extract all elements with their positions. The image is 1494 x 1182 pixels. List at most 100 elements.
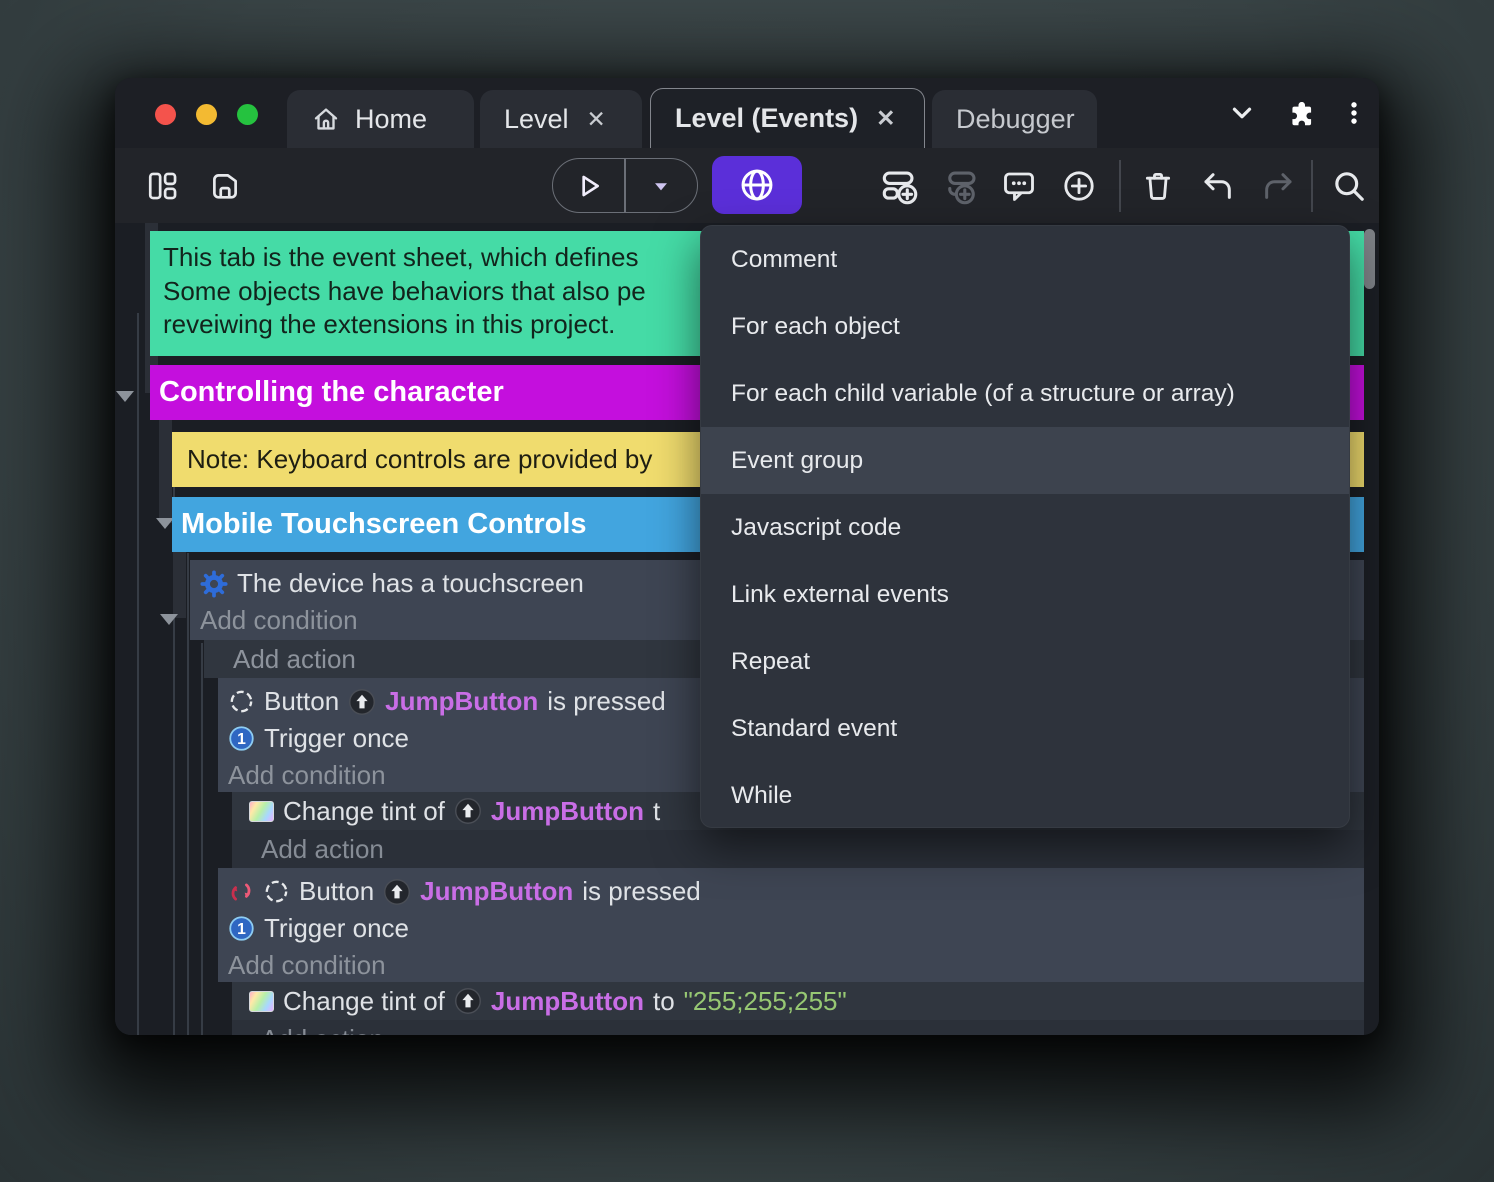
- menu-item-label: For each child variable (of a structure …: [731, 379, 1235, 407]
- menu-item-label: Comment: [731, 245, 838, 273]
- add-condition-link[interactable]: Add condition: [228, 947, 1354, 983]
- add-action-label: Add action: [261, 1024, 384, 1036]
- app-window: Home Level ✕ Level (Events) ✕ Debugger T…: [115, 78, 1379, 1035]
- jump-arrow-icon: [454, 987, 482, 1015]
- toggle-panels-button[interactable]: [139, 160, 187, 212]
- add-condition-label: Add condition: [228, 949, 386, 980]
- condition-text: The device has a touchscreen: [237, 568, 584, 598]
- menu-item-repeat[interactable]: Repeat: [701, 628, 1349, 695]
- tab-debugger-label: Debugger: [956, 103, 1075, 134]
- trigger-once-icon: 1: [228, 915, 255, 942]
- tab-level-events[interactable]: Level (Events) ✕: [650, 88, 925, 148]
- tab-level[interactable]: Level ✕: [480, 90, 642, 148]
- condition-row[interactable]: 1 Trigger once: [228, 910, 1354, 947]
- menu-item-standard-event[interactable]: Standard event: [701, 695, 1349, 762]
- add-event-icon: [880, 167, 918, 205]
- collapse-arrow-icon[interactable]: [116, 391, 134, 402]
- indent-guide: [137, 313, 139, 1035]
- gear-icon: [200, 569, 228, 598]
- search-icon: [1331, 168, 1367, 204]
- add-action-link[interactable]: Add action: [232, 830, 1364, 868]
- action-text: t: [652, 795, 661, 826]
- preview-play-button[interactable]: [553, 159, 624, 212]
- plugin-name: Button: [264, 686, 340, 716]
- toolbar: [115, 148, 1379, 223]
- svg-text:1: 1: [237, 921, 246, 938]
- redo-button[interactable]: [1253, 160, 1303, 212]
- addons-button[interactable]: [1271, 89, 1329, 137]
- note-text: Note: Keyboard controls are provided by: [187, 444, 653, 474]
- menu-item-javascript-code[interactable]: Javascript code: [701, 494, 1349, 561]
- tab-debugger[interactable]: Debugger: [932, 90, 1097, 148]
- add-event-context-menu: Comment For each object For each child v…: [700, 225, 1350, 828]
- add-comment-button[interactable]: [993, 160, 1045, 212]
- search-button[interactable]: [1323, 160, 1375, 212]
- jump-arrow-icon: [348, 688, 376, 716]
- trash-icon: [1141, 169, 1175, 203]
- add-subevent-button[interactable]: [935, 160, 987, 212]
- tint-icon: [249, 800, 274, 822]
- add-condition-label: Add condition: [200, 604, 358, 635]
- close-tab-icon[interactable]: ✕: [583, 106, 610, 133]
- tab-list-dropdown-button[interactable]: [1213, 89, 1271, 137]
- close-window-button[interactable]: [155, 104, 176, 125]
- tab-home[interactable]: Home: [287, 90, 474, 148]
- add-condition-label: Add condition: [228, 759, 386, 790]
- toolbar-divider: [1119, 160, 1121, 212]
- condition-text: Trigger once: [264, 723, 409, 753]
- menu-item-event-group[interactable]: Event group: [701, 427, 1349, 494]
- delete-button[interactable]: [1133, 160, 1183, 212]
- save-button[interactable]: [201, 160, 249, 212]
- add-action-link[interactable]: Add action: [232, 1020, 1364, 1035]
- menu-item-comment[interactable]: Comment: [701, 226, 1349, 293]
- menu-item-while[interactable]: While: [701, 762, 1349, 827]
- chevron-down-icon: [1228, 99, 1256, 127]
- indent-guide: [187, 553, 189, 1035]
- zoom-window-button[interactable]: [237, 104, 258, 125]
- play-icon: [573, 170, 605, 202]
- titlebar: Home Level ✕ Level (Events) ✕ Debugger: [115, 78, 1379, 148]
- main-menu-button[interactable]: [1329, 89, 1379, 137]
- tab-level-events-label: Level (Events): [675, 103, 859, 133]
- tint-icon: [249, 990, 274, 1012]
- menu-item-label: Repeat: [731, 647, 811, 675]
- action-row-change-tint-2[interactable]: Change tint of JumpButton to "255;255;25…: [232, 982, 1364, 1020]
- plugin-name: Button: [299, 876, 375, 906]
- kebab-menu-icon: [1341, 100, 1367, 126]
- undo-icon: [1201, 169, 1235, 203]
- redo-icon: [1261, 169, 1295, 203]
- jump-arrow-icon: [383, 878, 411, 906]
- toolbar-divider: [1311, 160, 1313, 212]
- home-icon: [311, 104, 341, 134]
- event-block-jumpbutton-2[interactable]: Button JumpButton is pressed 1 Trigger o…: [218, 868, 1364, 982]
- preview-in-browser-button[interactable]: [712, 156, 802, 214]
- condition-text: is pressed: [582, 876, 701, 906]
- menu-item-for-each-child-variable[interactable]: For each child variable (of a structure …: [701, 360, 1349, 427]
- vertical-scrollbar-thumb[interactable]: [1364, 229, 1375, 289]
- undo-button[interactable]: [1193, 160, 1243, 212]
- close-tab-icon[interactable]: ✕: [872, 105, 899, 132]
- group-title: Mobile Touchscreen Controls: [181, 508, 587, 540]
- object-name: JumpButton: [420, 876, 574, 906]
- add-action-label: Add action: [261, 833, 384, 864]
- comment-bubble-icon: [1001, 168, 1037, 204]
- group-title: Controlling the character: [159, 376, 504, 408]
- button-object-icon: [263, 878, 290, 905]
- add-subevent-icon: [942, 167, 980, 205]
- event-sheet: This tab is the event sheet, which defin…: [115, 223, 1379, 1035]
- button-object-icon: [228, 688, 255, 715]
- menu-item-for-each-object[interactable]: For each object: [701, 293, 1349, 360]
- add-event-button[interactable]: [873, 160, 925, 212]
- add-circle-button[interactable]: [1053, 160, 1105, 212]
- menu-item-label: Javascript code: [731, 513, 902, 541]
- condition-text: Trigger once: [264, 913, 409, 943]
- condition-row[interactable]: Button JumpButton is pressed: [228, 873, 1354, 910]
- save-icon: [208, 169, 242, 203]
- minimize-window-button[interactable]: [196, 104, 217, 125]
- preview-options-dropdown[interactable]: [626, 159, 697, 212]
- jump-arrow-icon: [454, 797, 482, 825]
- object-name: JumpButton: [490, 985, 644, 1016]
- menu-item-link-external-events[interactable]: Link external events: [701, 561, 1349, 628]
- menu-item-label: For each object: [731, 312, 900, 340]
- collapse-arrow-icon[interactable]: [160, 614, 178, 625]
